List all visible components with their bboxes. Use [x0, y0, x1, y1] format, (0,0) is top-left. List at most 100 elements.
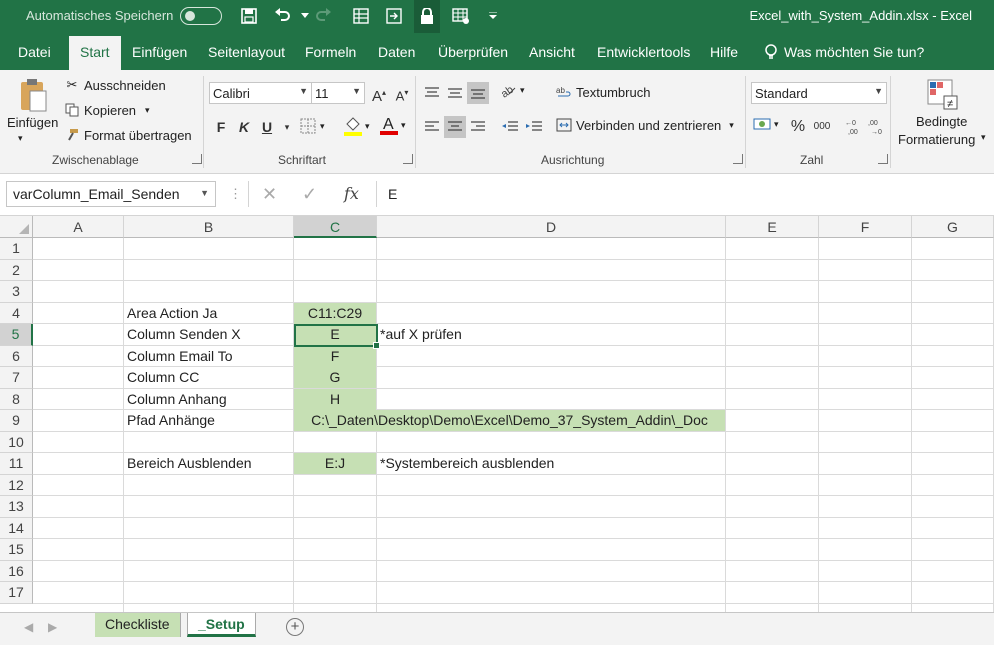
tab-formulas[interactable]: Formeln	[305, 44, 356, 60]
row-header-5[interactable]: 5	[0, 324, 33, 346]
form-icon[interactable]	[450, 6, 472, 26]
paste-button[interactable]: Einfügen	[7, 115, 58, 130]
copy-button[interactable]: Kopieren ▾	[64, 102, 150, 118]
column-header-a[interactable]: A	[33, 216, 124, 238]
cell-c4[interactable]: C11:C29	[294, 302, 376, 324]
redo-icon[interactable]	[312, 6, 334, 26]
align-middle-icon[interactable]	[444, 82, 466, 104]
copy-dropdown-icon[interactable]: ▾	[145, 105, 150, 116]
border-button[interactable]: ▾	[300, 118, 325, 134]
column-header-c[interactable]: C	[294, 216, 377, 238]
number-format-select[interactable]: Standard ▼	[751, 82, 887, 104]
orientation-button[interactable]: ab ▾	[499, 82, 525, 98]
row-header-8[interactable]: 8	[0, 388, 33, 410]
cell-c6[interactable]: F	[294, 345, 376, 367]
align-center-icon[interactable]	[444, 116, 466, 138]
tab-insert[interactable]: Einfügen	[132, 44, 187, 60]
underline-dropdown-icon[interactable]: ▾	[277, 116, 297, 138]
font-size-select[interactable]: 11 ▼	[311, 82, 365, 104]
cell-b5[interactable]: Column Senden X	[124, 324, 293, 345]
format-painter-button[interactable]: Format übertragen	[64, 127, 192, 143]
conditional-formatting-dropdown-icon[interactable]: ▾	[981, 132, 986, 143]
cell-b9[interactable]: Pfad Anhänge	[124, 410, 293, 431]
row-header-1[interactable]: 1	[0, 238, 33, 260]
decrease-indent-icon[interactable]	[499, 116, 521, 138]
tab-review[interactable]: Überprüfen	[438, 44, 508, 60]
increase-decimal-icon[interactable]: ←0,00	[845, 117, 863, 135]
cell-c9[interactable]: C:\_Daten\Desktop\Demo\Excel\Demo_37_Sys…	[294, 410, 725, 431]
merge-dropdown-icon[interactable]: ▾	[729, 120, 734, 131]
bold-button[interactable]: F	[211, 116, 231, 138]
row-header-14[interactable]: 14	[0, 517, 33, 539]
cell-c11[interactable]: E:J	[294, 453, 376, 474]
row-header-4[interactable]: 4	[0, 302, 33, 324]
cell-b4[interactable]: Area Action Ja	[124, 303, 293, 324]
percent-button[interactable]: %	[788, 116, 808, 138]
add-sheet-icon[interactable]: +	[286, 618, 304, 636]
name-box[interactable]: varColumn_Email_Senden ▼	[6, 181, 216, 207]
tab-home[interactable]: Start	[69, 36, 121, 70]
cell-c8[interactable]: H	[294, 388, 376, 410]
align-right-icon[interactable]	[467, 116, 489, 138]
row-header-12[interactable]: 12	[0, 474, 33, 496]
column-header-b[interactable]: B	[124, 216, 294, 238]
tab-data[interactable]: Daten	[378, 44, 415, 60]
cancel-entry-icon[interactable]: ✕	[262, 184, 277, 205]
tab-file[interactable]: Datei	[18, 44, 51, 60]
table-icon[interactable]	[350, 6, 372, 26]
formula-input[interactable]: E	[388, 186, 397, 202]
confirm-entry-icon[interactable]: ✓	[302, 184, 317, 205]
row-header-7[interactable]: 7	[0, 367, 33, 389]
increase-font-icon[interactable]: A▴	[369, 82, 389, 105]
italic-button[interactable]: K	[234, 116, 254, 138]
row-header-13[interactable]: 13	[0, 496, 33, 518]
row-header-17[interactable]: 17	[0, 582, 33, 604]
row-header-9[interactable]: 9	[0, 410, 33, 432]
increase-indent-icon[interactable]	[523, 116, 545, 138]
accounting-format-button[interactable]: ▾	[753, 117, 779, 131]
wrap-text-button[interactable]: ab Textumbruch	[556, 84, 650, 100]
font-name-select[interactable]: Calibri ▼	[209, 82, 312, 104]
undo-icon[interactable]	[272, 6, 294, 26]
cell-c7[interactable]: G	[294, 367, 376, 388]
import-icon[interactable]	[383, 6, 405, 26]
cell-d5[interactable]: *auf X prüfen	[377, 324, 722, 345]
next-sheet-icon[interactable]: ▶	[48, 620, 57, 634]
tell-me-search[interactable]: Was möchten Sie tun?	[764, 44, 924, 60]
align-bottom-icon[interactable]	[467, 82, 489, 104]
alignment-launcher-icon[interactable]	[733, 154, 743, 164]
select-all-button[interactable]	[0, 216, 33, 238]
row-header-11[interactable]: 11	[0, 453, 33, 475]
row-header-6[interactable]: 6	[0, 345, 33, 367]
cell-b11[interactable]: Bereich Ausblenden	[124, 453, 293, 474]
cell-b7[interactable]: Column CC	[124, 367, 293, 388]
decrease-font-icon[interactable]: A▾	[392, 82, 412, 104]
font-launcher-icon[interactable]	[403, 154, 413, 164]
row-header-16[interactable]: 16	[0, 560, 33, 582]
tab-help[interactable]: Hilfe	[710, 44, 738, 60]
row-header-3[interactable]: 3	[0, 281, 33, 303]
save-icon[interactable]	[238, 6, 260, 26]
paste-dropdown-icon[interactable]: ▾	[18, 133, 23, 144]
align-left-icon[interactable]	[421, 116, 443, 138]
fill-color-button[interactable]: ▾	[344, 116, 370, 136]
cell-b8[interactable]: Column Anhang	[124, 389, 293, 410]
row-header-10[interactable]: 10	[0, 431, 33, 453]
cut-button[interactable]: ✂ Ausschneiden	[64, 77, 166, 93]
column-header-f[interactable]: F	[819, 216, 912, 238]
sheet-tab-setup[interactable]: _Setup	[187, 613, 256, 637]
prev-sheet-icon[interactable]: ◀	[24, 620, 33, 634]
font-color-button[interactable]: A ▾	[380, 114, 406, 136]
insert-function-button[interactable]: fx	[344, 184, 359, 203]
row-header-15[interactable]: 15	[0, 539, 33, 561]
merge-center-button[interactable]: Verbinden und zentrieren ▾	[556, 117, 734, 133]
number-launcher-icon[interactable]	[878, 154, 888, 164]
conditional-formatting-label-1[interactable]: Bedingte	[916, 114, 967, 129]
column-header-g[interactable]: G	[912, 216, 994, 238]
column-header-e[interactable]: E	[726, 216, 819, 238]
tab-developer[interactable]: Entwicklertools	[597, 44, 690, 60]
column-header-d[interactable]: D	[377, 216, 726, 238]
customize-qat-icon[interactable]	[482, 6, 504, 26]
align-top-icon[interactable]	[421, 82, 443, 104]
tab-view[interactable]: Ansicht	[529, 44, 575, 60]
